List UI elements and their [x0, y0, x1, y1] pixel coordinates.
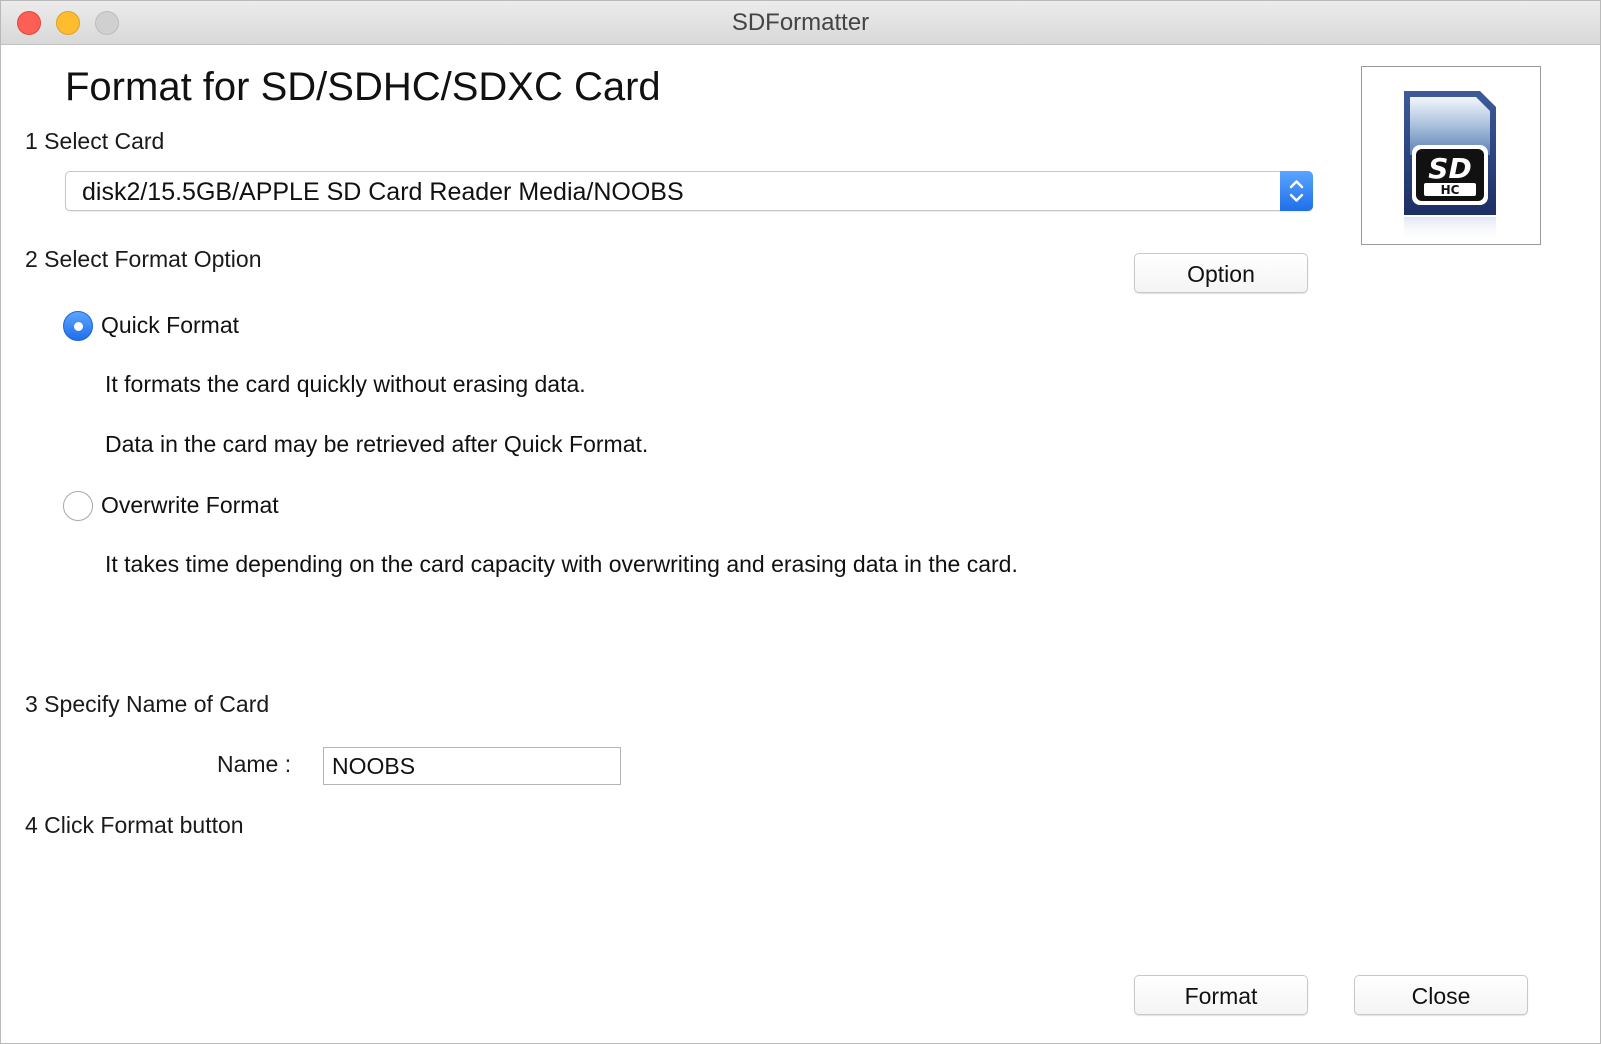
window-title: SDFormatter — [731, 9, 870, 36]
card-name-input[interactable] — [323, 747, 621, 785]
step3-label: 3 Specify Name of Card — [25, 691, 270, 717]
quick-format-description-1: It formats the card quickly without eras… — [105, 371, 586, 397]
sd-card-image-frame: SD HC — [1361, 66, 1541, 245]
overwrite-format-description: It takes time depending on the card capa… — [105, 551, 1018, 577]
name-field-label: Name : — [217, 751, 292, 777]
step1-label: 1 Select Card — [25, 128, 165, 154]
svg-text:HC: HC — [1441, 183, 1460, 197]
close-button[interactable]: Close — [1354, 975, 1528, 1015]
svg-text:SD: SD — [1428, 152, 1471, 185]
page-title: Format for SD/SDHC/SDXC Card — [65, 65, 661, 109]
step2-label: 2 Select Format Option — [25, 246, 262, 272]
format-button[interactable]: Format — [1134, 975, 1308, 1015]
card-select-value: disk2/15.5GB/APPLE SD Card Reader Media/… — [82, 178, 684, 206]
overwrite-format-label[interactable]: Overwrite Format — [101, 492, 279, 519]
sdformatter-window: SDFormatter Format for SD/SDHC/SDXC Card… — [0, 0, 1601, 1044]
option-button[interactable]: Option — [1134, 253, 1308, 293]
overwrite-format-radio[interactable] — [63, 491, 93, 521]
quick-format-description-2: Data in the card may be retrieved after … — [105, 431, 649, 457]
card-select[interactable]: disk2/15.5GB/APPLE SD Card Reader Media/… — [65, 171, 1313, 211]
sdhc-card-icon: SD HC — [1362, 67, 1540, 249]
title-bar[interactable]: SDFormatter — [1, 1, 1600, 45]
quick-format-radio[interactable] — [63, 311, 93, 341]
chevron-up-down-icon[interactable] — [1280, 171, 1313, 211]
step4-label: 4 Click Format button — [25, 812, 244, 838]
quick-format-label[interactable]: Quick Format — [101, 312, 239, 339]
